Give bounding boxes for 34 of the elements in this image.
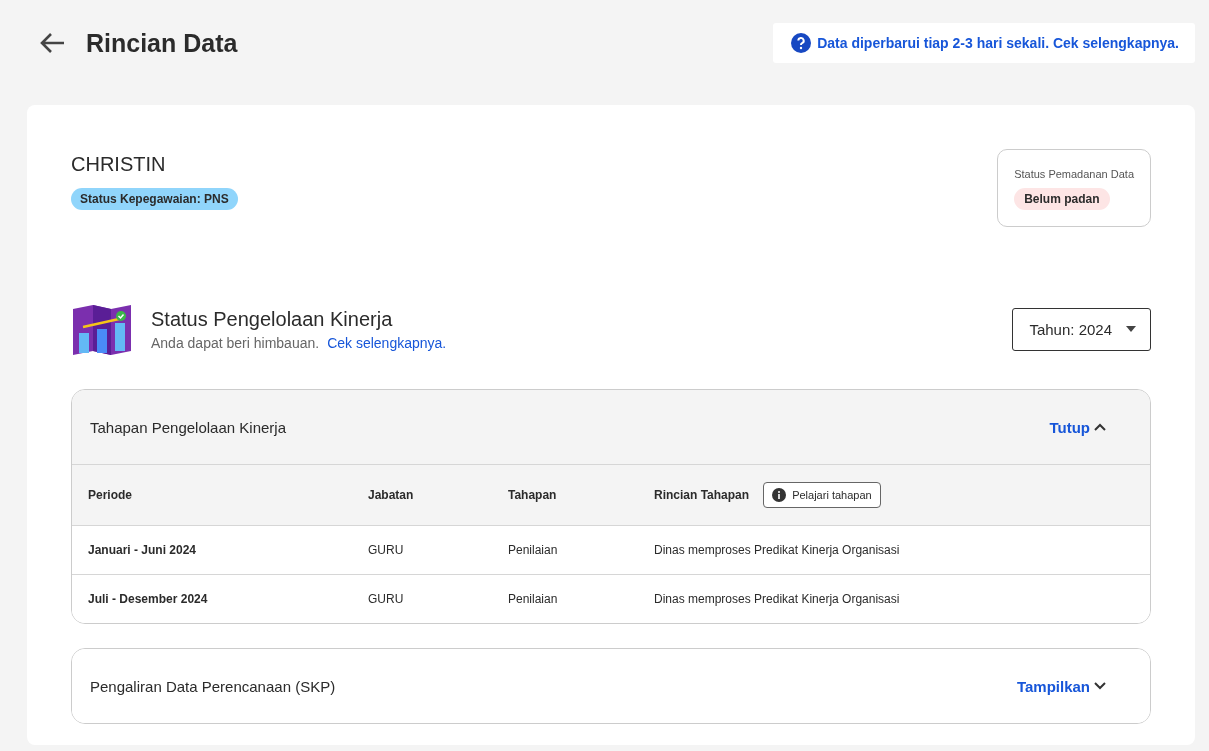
learn-stages-button[interactable]: Pelajari tahapan bbox=[763, 482, 881, 508]
match-status-label: Status Pemadanan Data bbox=[1014, 168, 1134, 180]
chevron-down-icon bbox=[1094, 682, 1106, 690]
update-notice-link[interactable]: Data diperbarui tiap 2-3 hari sekali. Cek selengkapnya. bbox=[773, 23, 1195, 63]
table-cell-text: Dinas memproses Predikat Kinerja Organisasi bbox=[654, 543, 901, 557]
table-cell-text: Penilaian bbox=[508, 543, 559, 557]
details-link[interactable]: Cek selengkapnya. bbox=[327, 334, 447, 351]
toggle-button[interactable]: Tutup bbox=[1043, 417, 1112, 437]
employee-name: CHRISTIN bbox=[71, 153, 167, 176]
section-title: Status Pengelolaan Kinerja bbox=[151, 307, 394, 331]
info-icon bbox=[772, 488, 787, 502]
table-cell-text: Penilaian bbox=[508, 592, 559, 606]
dropdown-caret-icon bbox=[1126, 326, 1136, 332]
panel-title: Pengaliran Data Perencanaan (SKP) bbox=[90, 677, 336, 695]
table-cell-text: Dinas memproses Predikat Kinerja Organisasi bbox=[654, 592, 901, 606]
column-header: Tahapan bbox=[508, 488, 558, 502]
employment-status-badge: Status Kepegawaian: PNS bbox=[71, 188, 238, 210]
column-header: Rincian Tahapan bbox=[654, 488, 750, 502]
table-cell-text: Juli - Desember 2024 bbox=[88, 592, 209, 606]
page-title: Rincian Data bbox=[86, 28, 238, 58]
panel-title: Tahapan Pengelolaan Kinerja bbox=[90, 418, 286, 436]
column-header: Jabatan bbox=[368, 488, 415, 502]
chevron-up-icon bbox=[1094, 423, 1106, 431]
column-header: Periode bbox=[88, 488, 133, 502]
help-icon bbox=[791, 33, 812, 53]
table-cell-text: GURU bbox=[368, 543, 405, 557]
toggle-button[interactable]: Tampilkan bbox=[1010, 676, 1112, 696]
table-cell-text: GURU bbox=[368, 592, 405, 606]
match-status-badge: Belum padan bbox=[1014, 188, 1110, 210]
table-cell-text: Januari - Juni 2024 bbox=[88, 543, 198, 557]
back-arrow-icon[interactable] bbox=[38, 31, 66, 55]
section-subtitle: Anda dapat beri himbauan. bbox=[151, 334, 320, 351]
map-chart-icon bbox=[71, 303, 133, 355]
year-select[interactable]: Tahun: 2024 bbox=[1012, 307, 1151, 351]
